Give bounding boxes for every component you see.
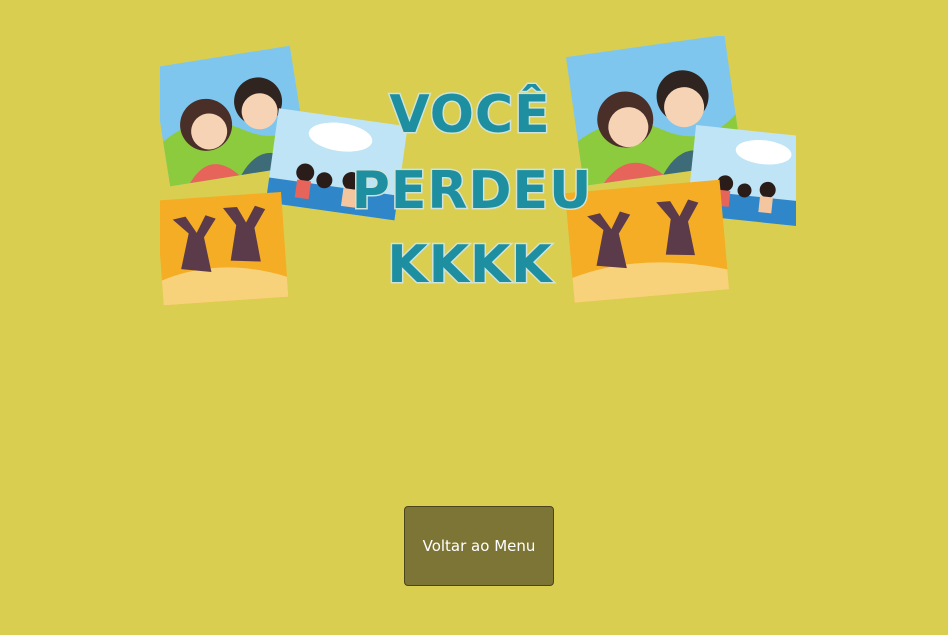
jumping-photo bbox=[160, 191, 289, 306]
title-line-2: PERDEU bbox=[352, 161, 593, 221]
game-over-title: VOCÊ PERDEU KKKK bbox=[350, 83, 593, 297]
back-to-menu-label: Voltar ao Menu bbox=[422, 537, 536, 555]
game-over-banner: VOCÊ PERDEU KKKK bbox=[160, 36, 796, 308]
game-over-screen: VOCÊ PERDEU KKKK Voltar ao Menu bbox=[0, 0, 948, 635]
title-line-1: VOCÊ bbox=[389, 84, 550, 145]
back-to-menu-button[interactable]: Voltar ao Menu bbox=[404, 506, 554, 586]
right-photo-collage bbox=[565, 36, 796, 303]
title-line-3: KKKK bbox=[387, 235, 553, 295]
